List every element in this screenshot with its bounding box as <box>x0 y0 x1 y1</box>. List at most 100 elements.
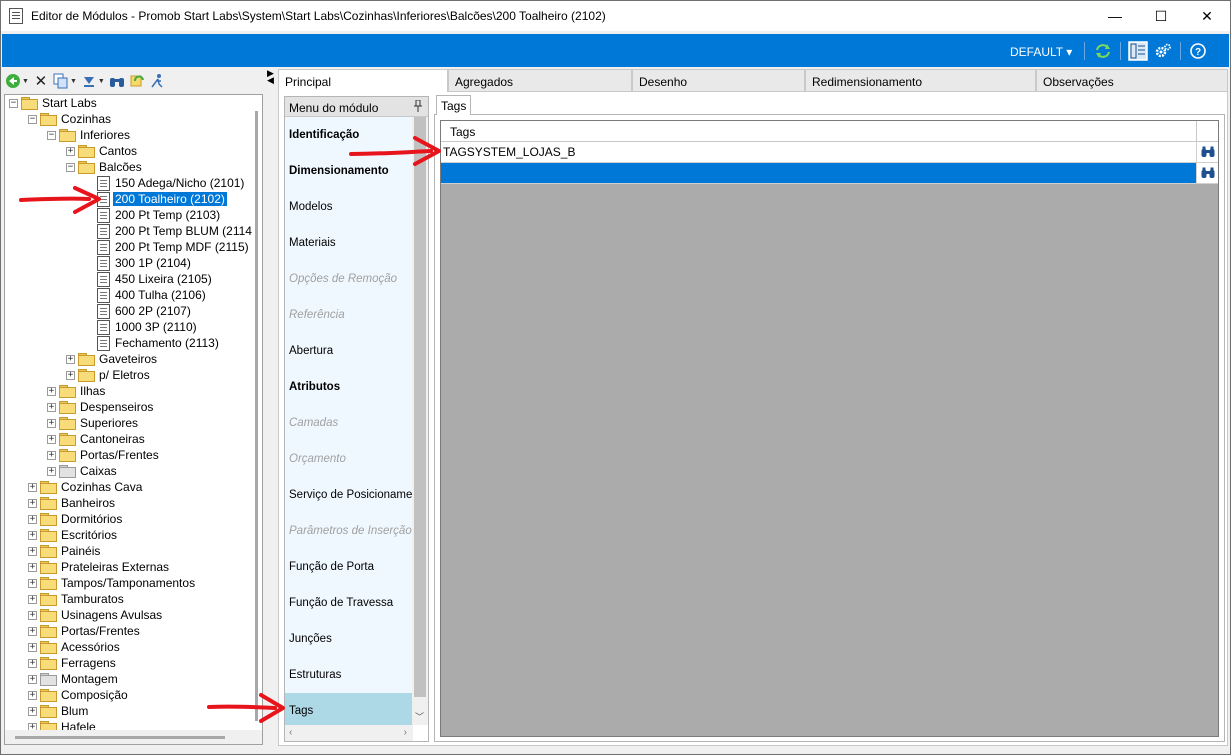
collapse-icon[interactable]: − <box>9 98 18 108</box>
menu-item[interactable]: Tags <box>285 693 413 725</box>
tree-item[interactable]: 200 Pt Temp MDF (2115) <box>85 239 251 255</box>
expand-icon[interactable]: + <box>28 658 37 668</box>
expand-icon[interactable]: + <box>47 466 56 476</box>
menu-horizontal-scrollbar[interactable]: ‹ › <box>285 725 413 741</box>
delete-icon[interactable]: ✕ <box>33 73 49 90</box>
menu-item[interactable]: Materiais <box>285 225 413 261</box>
tree-item[interactable]: − Balcões <box>66 159 144 175</box>
tree-item[interactable]: 1000 3P (2110) <box>85 319 199 335</box>
tree-item[interactable]: + Portas/Frentes <box>28 623 142 639</box>
tree-item[interactable]: 200 Pt Temp BLUM (2114 <box>85 223 254 239</box>
expand-icon[interactable]: + <box>66 146 75 156</box>
tree-item[interactable]: + Dormitórios <box>28 511 124 527</box>
copy-dropdown-icon[interactable]: ▼ <box>70 78 77 85</box>
pin-icon[interactable] <box>414 99 422 115</box>
tree-item[interactable]: − Start Labs <box>9 95 99 111</box>
menu-item[interactable]: Orçamento <box>285 441 413 477</box>
tags-column-header[interactable]: Tags <box>441 121 1197 142</box>
table-row[interactable] <box>441 163 1218 184</box>
tree-item[interactable]: + Cantos <box>66 143 139 159</box>
tree-item[interactable]: 450 Lixeira (2105) <box>85 271 214 287</box>
tag-cell[interactable] <box>441 163 1197 183</box>
expand-icon[interactable]: + <box>28 482 37 492</box>
tree-item[interactable]: + Caixas <box>47 463 119 479</box>
menu-item[interactable]: Referência <box>285 297 413 333</box>
tree-item[interactable]: + Despenseiros <box>47 399 155 415</box>
expand-icon[interactable]: + <box>47 450 56 460</box>
tab-5[interactable]: Observações <box>1036 69 1228 91</box>
tree-vertical-scrollbar[interactable] <box>252 95 262 730</box>
tab-3[interactable]: Desenho <box>632 69 805 91</box>
expand-icon[interactable]: + <box>47 386 56 396</box>
back-icon[interactable] <box>5 73 21 89</box>
tree-item[interactable]: + Banheiros <box>28 495 117 511</box>
menu-item[interactable]: Modelos <box>285 189 413 225</box>
menu-item[interactable]: Atributos <box>285 369 413 405</box>
tree-item[interactable]: + Prateleiras Externas <box>28 559 171 575</box>
tree-item[interactable]: + Usinagens Avulsas <box>28 607 164 623</box>
tree-item[interactable]: + Montagem <box>28 671 120 687</box>
scroll-left-icon[interactable]: ‹ <box>289 727 292 738</box>
tree-item[interactable]: + Portas/Frentes <box>47 447 161 463</box>
expand-icon[interactable]: + <box>47 418 56 428</box>
tree-item[interactable]: Fechamento (2113) <box>85 335 221 351</box>
menu-item[interactable]: Parâmetros de Inserção <box>285 513 413 549</box>
download-dropdown-icon[interactable]: ▼ <box>98 78 105 85</box>
help-icon[interactable]: ? <box>1189 43 1207 59</box>
expand-icon[interactable]: + <box>28 514 37 524</box>
expand-icon[interactable]: + <box>28 578 37 588</box>
tree-item[interactable]: + Blum <box>28 703 90 719</box>
collapse-icon[interactable]: − <box>47 130 56 140</box>
tree-item[interactable]: 200 Pt Temp (2103) <box>85 207 222 223</box>
tree-item[interactable]: 150 Adega/Nicho (2101) <box>85 175 246 191</box>
download-icon[interactable] <box>81 73 97 89</box>
tree-item[interactable]: + Escritórios <box>28 527 119 543</box>
expand-icon[interactable]: + <box>28 642 37 652</box>
expand-icon[interactable]: + <box>28 498 37 508</box>
tree-item[interactable]: + Gaveteiros <box>66 351 159 367</box>
tree-item[interactable]: + Cantoneiras <box>47 431 147 447</box>
run-icon[interactable] <box>149 73 165 89</box>
tree-item[interactable]: + Ilhas <box>47 383 107 399</box>
tags-subtab[interactable]: Tags <box>436 95 472 115</box>
expand-icon[interactable]: + <box>66 370 75 380</box>
menu-item[interactable]: Função de Travessa <box>285 585 413 621</box>
expand-icon[interactable]: + <box>28 530 37 540</box>
expand-icon[interactable]: + <box>28 594 37 604</box>
scroll-down-icon[interactable]: ﹀ <box>415 710 424 723</box>
expand-icon[interactable]: + <box>66 354 75 364</box>
tree-item[interactable]: 200 Toalheiro (2102) <box>85 191 227 207</box>
tree-item[interactable]: 300 1P (2104) <box>85 255 193 271</box>
expand-icon[interactable]: + <box>28 546 37 556</box>
tree-item[interactable]: − Cozinhas <box>28 111 113 127</box>
tree-item[interactable]: + Superiores <box>47 415 140 431</box>
tree-item[interactable]: + Cozinhas Cava <box>28 479 144 495</box>
menu-item[interactable]: Função de Porta <box>285 549 413 585</box>
tree-item[interactable]: + Ferragens <box>28 655 118 671</box>
tree-item[interactable]: + Tampos/Tamponamentos <box>28 575 197 591</box>
tab-2[interactable]: Agregados <box>448 69 632 91</box>
settings-icon[interactable] <box>1154 43 1172 59</box>
tree-item[interactable]: + Tamburatos <box>28 591 126 607</box>
expand-icon[interactable]: + <box>47 434 56 444</box>
close-button[interactable]: ✕ <box>1184 1 1230 31</box>
expand-icon[interactable]: + <box>28 706 37 716</box>
layout-icon[interactable] <box>1128 41 1148 61</box>
tree-item[interactable]: + Acessórios <box>28 639 122 655</box>
collapse-icon[interactable]: − <box>28 114 37 124</box>
minimize-button[interactable]: — <box>1092 1 1138 31</box>
binoculars-icon[interactable] <box>1198 142 1218 162</box>
tree-item[interactable]: + Composição <box>28 687 130 703</box>
table-row[interactable]: TAGSYSTEM_LOJAS_B <box>441 142 1218 163</box>
expand-icon[interactable]: + <box>28 690 37 700</box>
menu-item[interactable]: Serviço de Posicionamento <box>285 477 413 513</box>
menu-item[interactable]: Opções de Remoção <box>285 261 413 297</box>
menu-item[interactable]: Camadas <box>285 405 413 441</box>
tag-cell[interactable]: TAGSYSTEM_LOJAS_B <box>441 142 1197 162</box>
expand-icon[interactable]: + <box>28 674 37 684</box>
find-icon[interactable] <box>109 73 125 89</box>
collapse-panel-icon[interactable]: ▶ ◀ <box>267 69 275 85</box>
collapse-icon[interactable]: − <box>66 162 75 172</box>
menu-item[interactable]: Estruturas <box>285 657 413 693</box>
expand-icon[interactable]: + <box>28 626 37 636</box>
